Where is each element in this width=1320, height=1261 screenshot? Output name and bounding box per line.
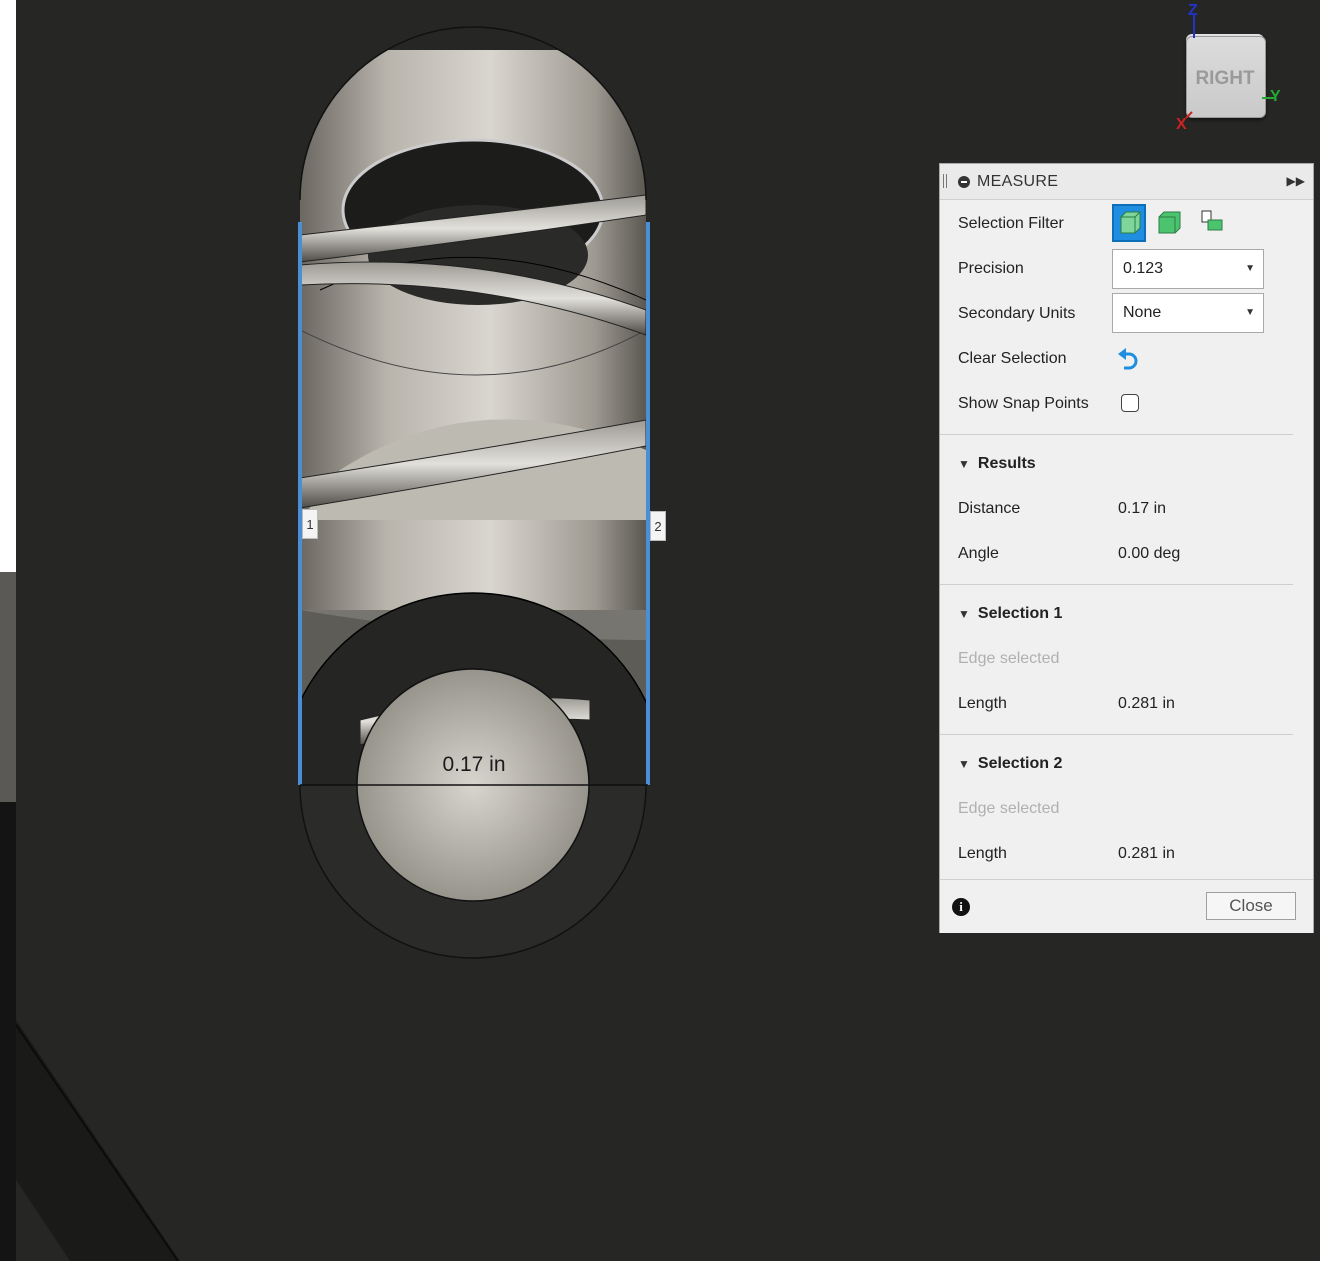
divider xyxy=(940,734,1293,735)
collapse-triangle-icon: ▼ xyxy=(958,457,970,471)
drag-grip-icon[interactable] xyxy=(943,174,947,188)
secondary-units-select[interactable]: None ▼ xyxy=(1112,293,1264,333)
distance-label: Distance xyxy=(958,500,1021,517)
results-section-header[interactable]: ▼ Results xyxy=(958,455,1036,473)
axis-x-label: X xyxy=(1176,116,1187,133)
clear-selection-label: Clear Selection xyxy=(958,350,1067,367)
undo-arrow-icon[interactable] xyxy=(1116,345,1144,371)
angle-value: 0.00 deg xyxy=(1118,545,1181,562)
dimension-label: 0.17 in xyxy=(442,753,506,776)
divider xyxy=(940,584,1293,585)
selection1-header-text: Selection 1 xyxy=(977,605,1063,622)
measure-minus-icon[interactable] xyxy=(958,176,970,188)
chevron-down-icon: ▼ xyxy=(1245,307,1255,318)
secondary-units-value: None xyxy=(1123,304,1162,321)
divider xyxy=(940,434,1293,435)
precision-value: 0.123 xyxy=(1123,260,1164,277)
selection1-length-value: 0.281 in xyxy=(1118,695,1175,712)
show-snap-points-checkbox[interactable] xyxy=(1121,394,1139,412)
secondary-units-label: Secondary Units xyxy=(958,305,1076,322)
left-panel-edge xyxy=(0,0,16,572)
selection2-status: Edge selected xyxy=(958,800,1060,817)
close-button[interactable]: Close xyxy=(1206,892,1296,920)
selection2-length-label: Length xyxy=(958,845,1007,862)
edge-tag-2: 2 xyxy=(650,511,666,541)
selection1-length-label: Length xyxy=(958,695,1007,712)
panel-footer: i Close xyxy=(940,879,1313,933)
selection-filter-label: Selection Filter xyxy=(958,215,1064,232)
cube-face-label: RIGHT xyxy=(1195,68,1255,89)
show-snap-points-label: Show Snap Points xyxy=(958,395,1089,412)
panel-title: MEASURE xyxy=(977,173,1059,190)
edge-filter-icon[interactable] xyxy=(1196,204,1230,242)
selection2-section-header[interactable]: ▼ Selection 2 xyxy=(958,755,1062,773)
precision-label: Precision xyxy=(958,260,1024,277)
selection2-header-text: Selection 2 xyxy=(977,755,1063,772)
selection1-status: Edge selected xyxy=(958,650,1060,667)
axis-z-label: Z xyxy=(1188,2,1198,19)
edge-tag-1: 1 xyxy=(302,509,318,539)
face-filter-icon[interactable] xyxy=(1154,204,1188,242)
chevron-down-icon: ▼ xyxy=(1245,263,1255,274)
expand-panel-icon[interactable]: ▶▶ xyxy=(1287,174,1305,188)
axis-y-label: Y xyxy=(1270,88,1281,105)
precision-select[interactable]: 0.123 ▼ xyxy=(1112,249,1264,289)
collapse-triangle-icon: ▼ xyxy=(958,757,970,771)
results-header-text: Results xyxy=(977,455,1036,472)
collapse-triangle-icon: ▼ xyxy=(958,607,970,621)
view-cube[interactable]: RIGHT Z Y X xyxy=(1170,0,1320,140)
angle-label: Angle xyxy=(958,545,999,562)
selection2-length-value: 0.281 in xyxy=(1118,845,1175,862)
distance-value: 0.17 in xyxy=(1118,500,1167,517)
measure-panel: MEASURE ▶▶ Selection Filter Precision 0.… xyxy=(939,163,1314,933)
panel-header[interactable]: MEASURE ▶▶ xyxy=(940,164,1313,200)
selection1-section-header[interactable]: ▼ Selection 1 xyxy=(958,605,1062,623)
body-filter-icon[interactable] xyxy=(1112,204,1146,242)
info-icon[interactable]: i xyxy=(952,898,970,916)
